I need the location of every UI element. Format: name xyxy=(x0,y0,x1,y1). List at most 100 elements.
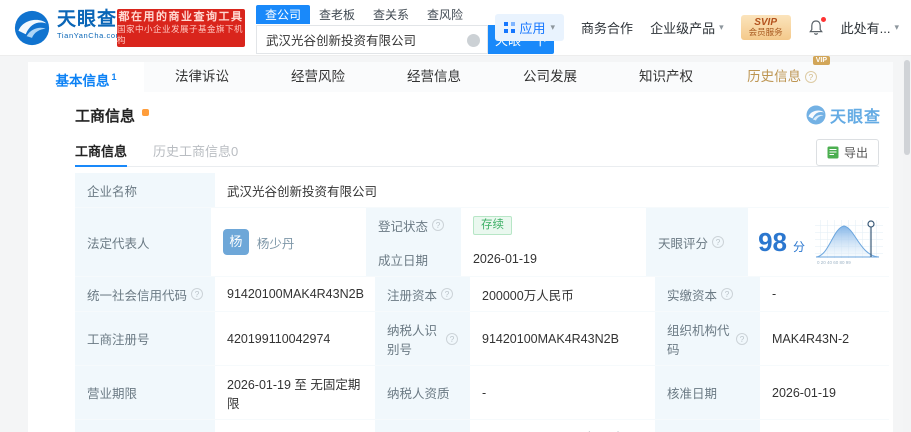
tianyancha-logo[interactable]: 天眼查 TianYanCha.com xyxy=(57,10,123,40)
slogan-line2: 国家中小企业发展子基金旗下机构 xyxy=(117,24,245,46)
info-icon[interactable] xyxy=(446,333,458,345)
industry-name: 其他未列明金融业 xyxy=(482,428,582,432)
industry-value: 其他未列明金融业 (J699) ▾ xyxy=(470,420,655,432)
tab-operation-info[interactable]: 经营信息 xyxy=(376,62,492,92)
tab-label: 经营风险 xyxy=(291,69,345,84)
field-value: 91420100MAK4R43N2B xyxy=(470,312,655,365)
nav-more[interactable]: 此处有... ▾ xyxy=(841,18,899,37)
avatar[interactable]: 杨 xyxy=(223,229,249,255)
tab-label: 历史信息 xyxy=(747,69,801,84)
status-value-cell: 存续 xyxy=(461,208,646,242)
info-icon[interactable] xyxy=(712,236,724,248)
search-tab-relation[interactable]: 查关系 xyxy=(364,5,418,24)
tab-label: 公司发展 xyxy=(523,69,577,84)
orange-dot-icon xyxy=(142,109,149,116)
field-label: 企业类型 xyxy=(75,420,215,432)
watermark-logo: 天眼查 xyxy=(806,103,881,127)
search-tab-risk[interactable]: 查风险 xyxy=(418,5,472,24)
table-row: 企业名称 武汉光谷创新投资有限公司 xyxy=(75,173,889,208)
status-badge: 存续 xyxy=(473,216,512,235)
info-icon[interactable] xyxy=(191,288,203,300)
nav-enterprise-products[interactable]: 企业级产品 ▾ xyxy=(650,18,724,37)
field-label: 营业期限 xyxy=(75,366,215,419)
search-box xyxy=(256,25,488,54)
header-nav: 应用 ▾ 商务合作 企业级产品 ▾ SVIP 会员服务 此处有... ▾ xyxy=(495,14,900,41)
field-value: - xyxy=(760,420,889,432)
field-value: - xyxy=(760,277,889,311)
tab-history-info[interactable]: 历史信息 VIP xyxy=(724,62,840,92)
subtab-history-business-info[interactable]: 历史工商信息0 xyxy=(153,135,238,166)
company-nav-tabs: 基本信息1 法律诉讼 经营风险 经营信息 公司发展 知识产权 历史信息 VIP xyxy=(28,62,893,92)
tab-basic-info[interactable]: 基本信息1 xyxy=(28,62,144,92)
legal-rep-link[interactable]: 杨少丹 xyxy=(257,233,295,252)
tab-legal-litigation[interactable]: 法律诉讼 xyxy=(144,62,260,92)
field-value: 2026-01-19 xyxy=(760,366,889,419)
field-value: MAK4R43N-2 xyxy=(760,312,889,365)
field-value: 420199110042974 xyxy=(215,312,375,365)
tab-intellectual-property[interactable]: 知识产权 xyxy=(608,62,724,92)
svip-member-badge[interactable]: SVIP 会员服务 xyxy=(741,15,791,39)
nav-business-cooperation[interactable]: 商务合作 xyxy=(581,18,633,37)
field-label: 核准日期 xyxy=(655,366,760,419)
search-tab-company[interactable]: 查公司 xyxy=(256,5,310,24)
tab-label: 法律诉讼 xyxy=(175,69,229,84)
svip-sublabel: 会员服务 xyxy=(749,28,783,37)
nav-label: 企业级产品 xyxy=(650,18,715,37)
field-value: 91420100MAK4R43N2B xyxy=(215,277,375,311)
score-distribution-chart: 0 20 40 60 80 99 xyxy=(813,218,889,266)
tianyancha-logo-icon xyxy=(14,10,50,46)
field-label: 组织机构代码 xyxy=(655,312,760,365)
field-label: 工商注册号 xyxy=(75,312,215,365)
notification-bell-icon[interactable] xyxy=(808,19,824,36)
table-row: 营业期限 2026-01-19 至 无固定期限 纳税人资质 - 核准日期 202… xyxy=(75,366,889,420)
field-label: 纳税人识别号 xyxy=(375,312,470,365)
field-label: 国标行业 xyxy=(375,420,470,432)
slogan-line1: 都在用的商业查询工具 xyxy=(119,10,244,24)
legal-rep-cell: 杨 杨少丹 xyxy=(211,208,366,276)
field-value: 200000万人民币 xyxy=(470,277,655,311)
info-icon[interactable] xyxy=(736,333,748,345)
business-info-card: 工商信息 天眼查 工商信息 历史工商信息0 导出 企业名称 武汉光谷创新投资有限… xyxy=(28,92,893,432)
status-date-block: 登记状态 存续 成立日期 2026-01-19 xyxy=(366,208,646,276)
grid-icon xyxy=(504,22,515,33)
info-icon[interactable] xyxy=(721,288,733,300)
table-row: 企业类型 有限责任公司(国有独资) 国标行业 其他未列明金融业 (J699) ▾… xyxy=(75,420,889,432)
tab-label: 基本信息 xyxy=(55,74,109,89)
table-row: 统一社会信用代码 91420100MAK4R43N2B 注册资本 200000万… xyxy=(75,277,889,312)
search-tab-boss[interactable]: 查老板 xyxy=(310,5,364,24)
field-label: 企业名称 xyxy=(75,173,215,207)
info-icon[interactable] xyxy=(432,219,444,231)
tab-company-development[interactable]: 公司发展 xyxy=(492,62,608,92)
establish-date-row: 成立日期 2026-01-19 xyxy=(366,242,646,276)
export-button[interactable]: 导出 xyxy=(816,139,879,166)
status-row: 登记状态 存续 xyxy=(366,208,646,242)
business-info-table: 企业名称 武汉光谷创新投资有限公司 法定代表人 杨 杨少丹 登记状态 存续 成立… xyxy=(75,173,889,432)
clear-icon[interactable] xyxy=(467,34,480,47)
field-label: 登记状态 xyxy=(366,208,461,242)
field-label: 实缴资本 xyxy=(655,277,760,311)
chevron-down-icon: ▾ xyxy=(551,22,556,33)
brand-name: 天眼查 xyxy=(57,10,123,29)
field-value: 有限责任公司(国有独资) xyxy=(215,420,375,432)
info-icon[interactable] xyxy=(441,288,453,300)
section-title: 工商信息 xyxy=(75,105,149,126)
export-label: 导出 xyxy=(844,144,868,161)
notification-dot xyxy=(821,17,826,22)
field-label: 统一社会信用代码 xyxy=(75,277,215,311)
subtab-bar: 工商信息 历史工商信息0 导出 xyxy=(75,135,879,167)
scrollbar-thumb[interactable] xyxy=(904,60,910,155)
score-unit: 分 xyxy=(793,238,805,255)
field-label: 天眼评分 xyxy=(646,208,748,276)
top-header: 天眼查 TianYanCha.com 都在用的商业查询工具 国家中小企业发展子基… xyxy=(0,0,911,56)
field-label: 成立日期 xyxy=(366,242,461,276)
field-label: 人员规模 xyxy=(655,420,760,432)
apps-menu[interactable]: 应用 ▾ xyxy=(495,14,565,41)
scrollbar-track[interactable] xyxy=(903,56,911,432)
tab-operation-risk[interactable]: 经营风险 xyxy=(260,62,376,92)
subtab-business-info[interactable]: 工商信息 xyxy=(75,135,127,166)
chevron-down-icon: ▾ xyxy=(719,22,724,33)
company-name-value: 武汉光谷创新投资有限公司 xyxy=(215,173,889,207)
table-row: 法定代表人 杨 杨少丹 登记状态 存续 成立日期 2026-01-19 天眼评分… xyxy=(75,208,889,277)
search-input[interactable] xyxy=(257,26,487,53)
slogan-badge: 都在用的商业查询工具 国家中小企业发展子基金旗下机构 xyxy=(117,9,245,47)
